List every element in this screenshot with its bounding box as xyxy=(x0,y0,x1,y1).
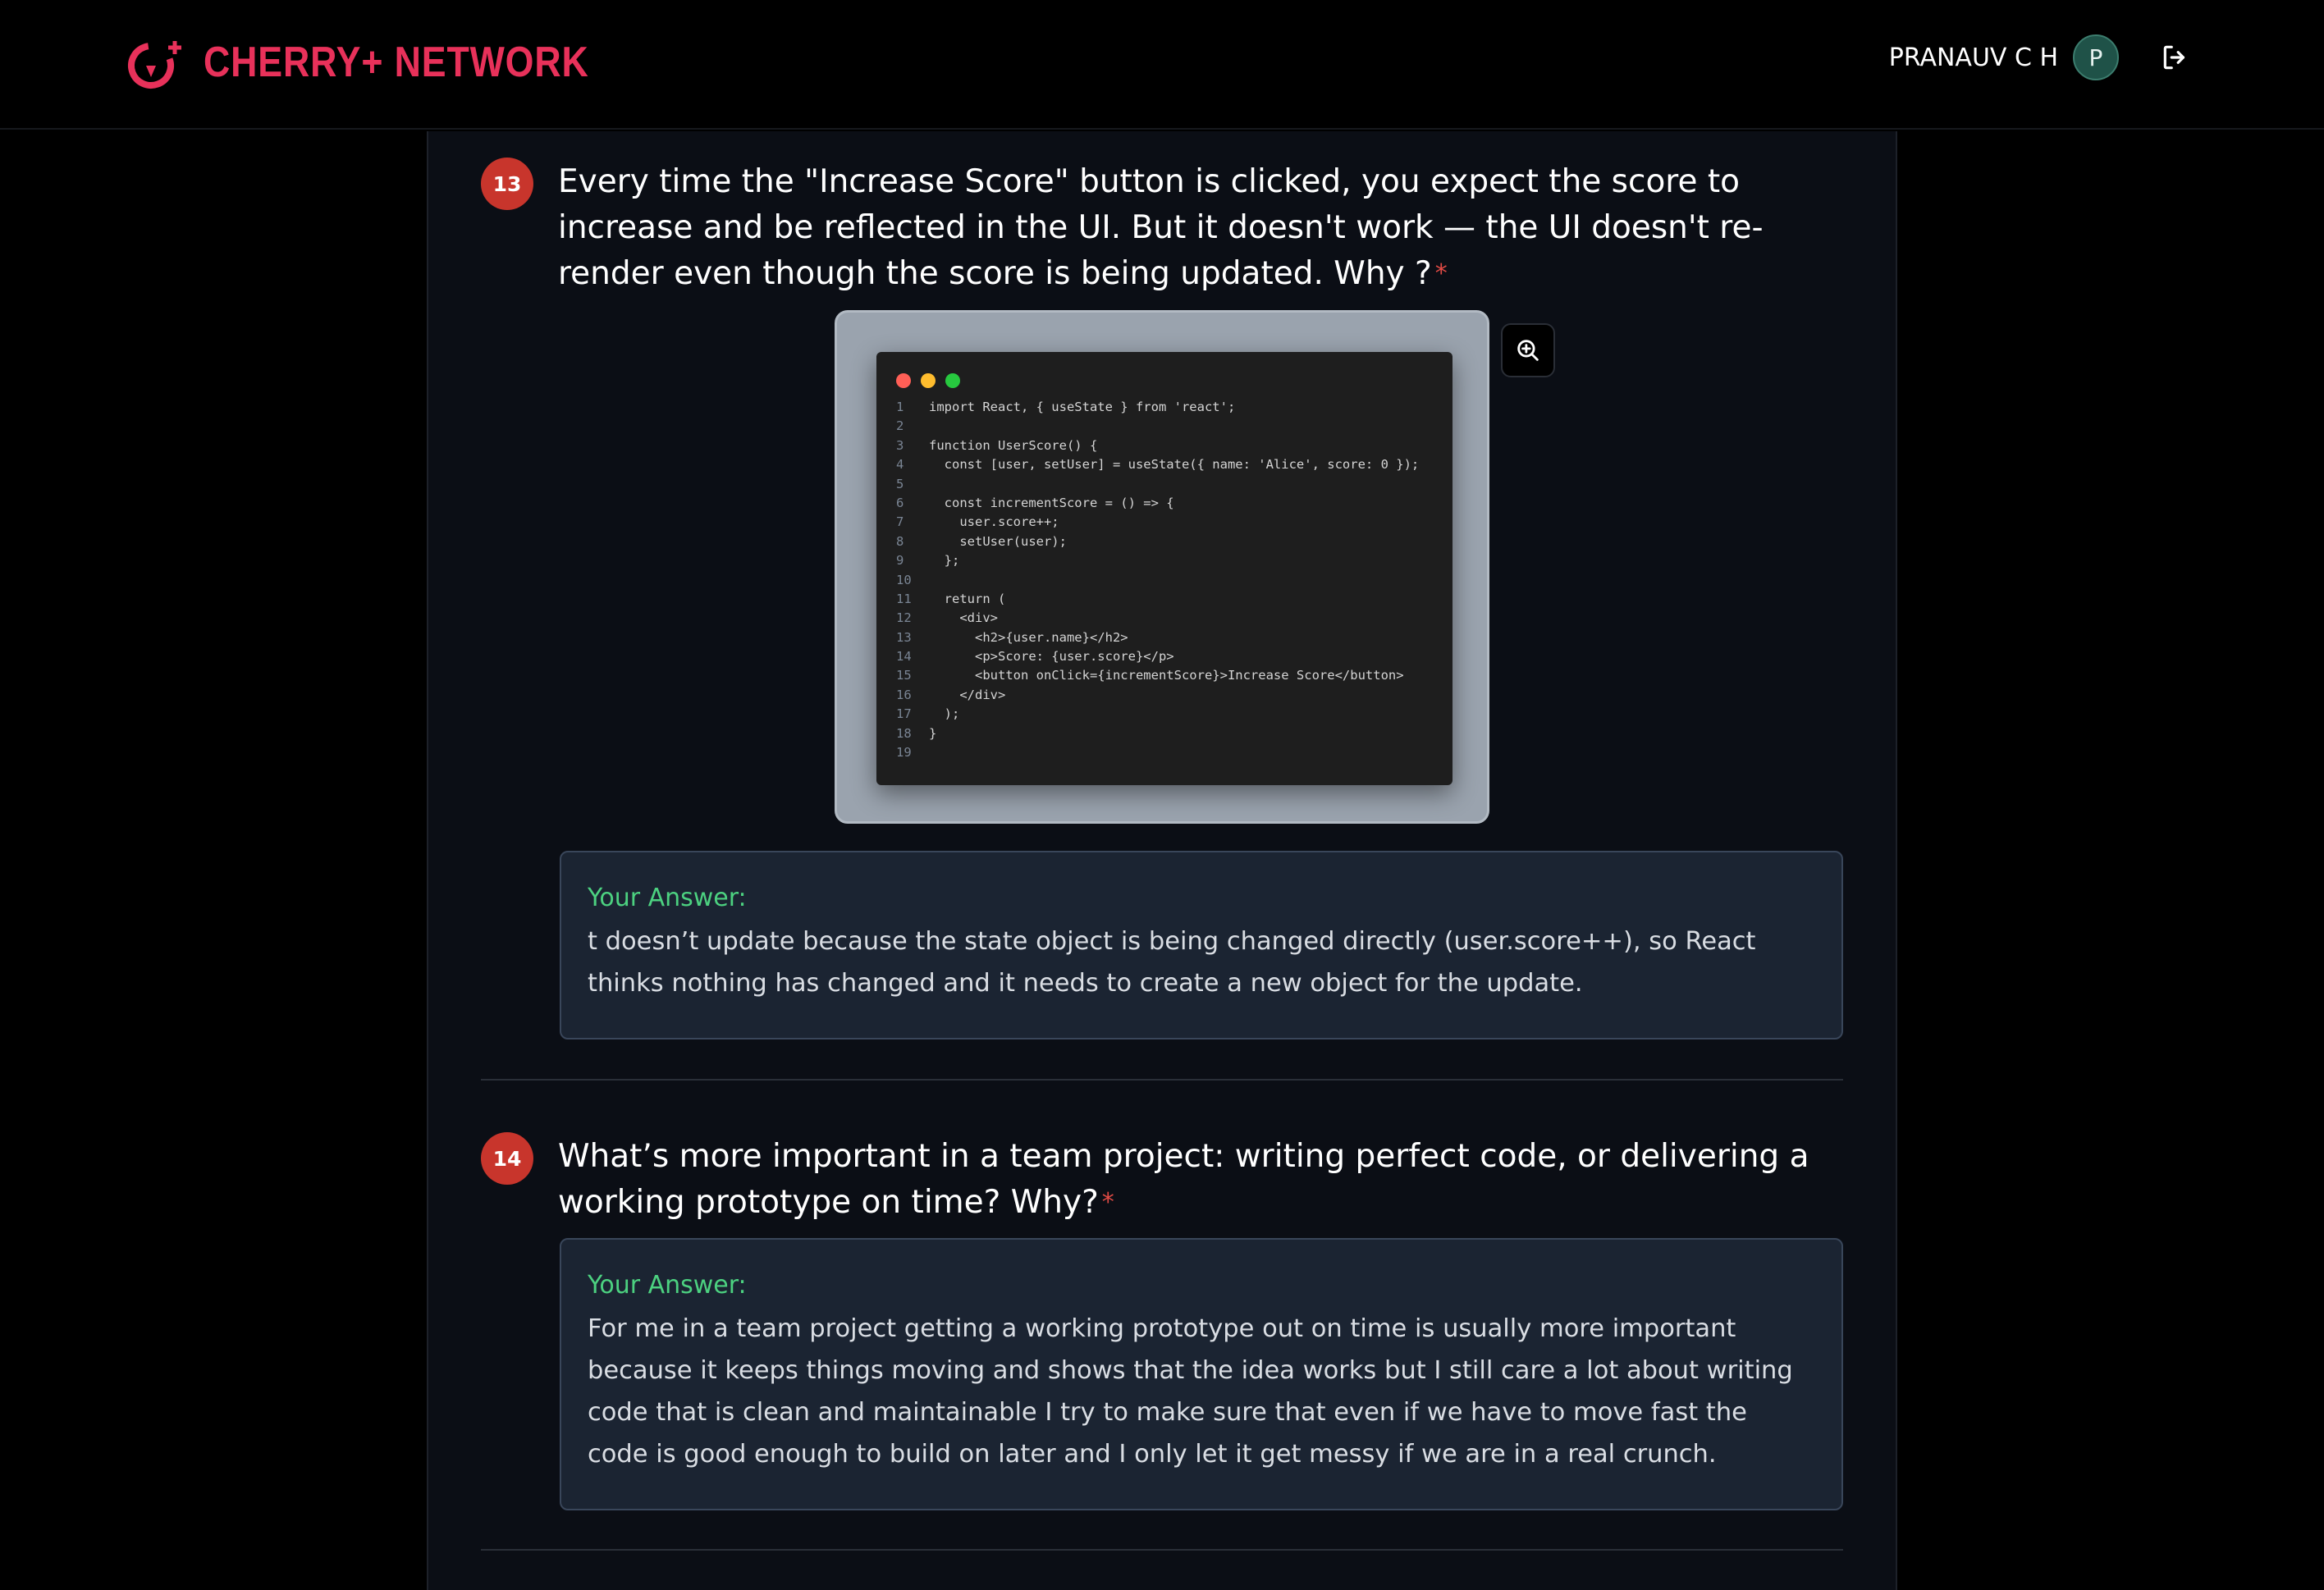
answer-text: t doesn’t update because the state objec… xyxy=(588,927,1756,998)
line-number: 12 xyxy=(896,610,912,626)
question-text-content: What’s more important in a team project:… xyxy=(558,1138,1809,1221)
code-text: } xyxy=(929,725,937,741)
user-menu: PRANAUV C H P xyxy=(1889,33,2191,82)
question-text: Every time the "Increase Score" button i… xyxy=(558,159,1855,297)
question-divider xyxy=(481,1549,1843,1551)
line-number: 5 xyxy=(896,476,904,491)
line-number: 19 xyxy=(896,745,912,761)
code-line: 5 xyxy=(896,475,1433,494)
brand-logo[interactable]: CHERRY+ NETWORK xyxy=(123,30,652,95)
answer-box: Your Answer: t doesn’t update because th… xyxy=(560,851,1843,1039)
line-number: 4 xyxy=(896,457,904,473)
question-divider xyxy=(481,1079,1843,1081)
logout-icon[interactable] xyxy=(2160,42,2191,73)
close-dot-icon xyxy=(896,373,911,388)
question-text: What’s more important in a team project:… xyxy=(558,1134,1855,1226)
code-text: ); xyxy=(929,706,960,722)
zoom-image-button[interactable] xyxy=(1501,323,1555,377)
code-text: <div> xyxy=(929,610,998,626)
code-line: 4 const [user, setUser] = useState({ nam… xyxy=(896,455,1433,474)
avatar[interactable]: P xyxy=(2073,34,2119,80)
code-line: 17 ); xyxy=(896,705,1433,724)
answer-box: Your Answer: For me in a team project ge… xyxy=(560,1238,1843,1510)
code-text: function UserScore() { xyxy=(929,437,1098,453)
code-text: const incrementScore = () => { xyxy=(929,495,1174,510)
code-line: 11 return ( xyxy=(896,590,1433,609)
line-number: 18 xyxy=(896,725,912,741)
code-text: setUser(user); xyxy=(929,533,1067,549)
code-line: 2 xyxy=(896,417,1433,436)
question-text-content: Every time the "Increase Score" button i… xyxy=(558,163,1764,292)
code-text: return ( xyxy=(929,591,1006,606)
brand-name: CHERRY+ NETWORK xyxy=(204,39,589,86)
line-number: 2 xyxy=(896,418,904,434)
line-number: 10 xyxy=(896,572,912,587)
required-marker: * xyxy=(1101,1188,1114,1217)
line-number: 7 xyxy=(896,514,904,530)
line-number: 15 xyxy=(896,668,912,683)
code-text: <h2>{user.name}</h2> xyxy=(929,629,1128,645)
user-name: PRANAUV C H xyxy=(1888,43,2058,72)
code-line: 15 <button onClick={incrementScore}>Incr… xyxy=(896,666,1433,685)
answer-text: For me in a team project getting a worki… xyxy=(588,1314,1793,1469)
required-marker: * xyxy=(1434,259,1448,288)
code-line: 7 user.score++; xyxy=(896,513,1433,532)
code-line: 13 <h2>{user.name}</h2> xyxy=(896,628,1433,647)
code-line: 8 setUser(user); xyxy=(896,532,1433,551)
line-number: 1 xyxy=(896,400,904,414)
code-window: 1 import React, { useState } from 'react'… xyxy=(876,352,1452,785)
code-text: <button onClick={incrementScore}>Increas… xyxy=(929,668,1404,683)
line-number: 17 xyxy=(896,706,912,722)
line-number: 9 xyxy=(896,553,904,569)
line-number: 16 xyxy=(896,687,912,702)
top-header: CHERRY+ NETWORK PRANAUV C H P xyxy=(0,0,2324,130)
code-line: 16 </div> xyxy=(896,686,1433,705)
code-line: 1 import React, { useState } from 'react'… xyxy=(896,398,1433,417)
minimize-dot-icon xyxy=(921,373,936,388)
code-line: 9 }; xyxy=(896,551,1433,570)
code-text: import React, { useState } from 'react'; xyxy=(929,400,1236,414)
code-line: 12 <div> xyxy=(896,609,1433,628)
code-lines: 1 import React, { useState } from 'react'… xyxy=(896,398,1433,762)
code-text: <p>Score: {user.score}</p> xyxy=(929,649,1174,665)
line-number: 8 xyxy=(896,533,904,549)
answer-label: Your Answer: xyxy=(588,1271,747,1300)
question-number-badge: 14 xyxy=(481,1132,533,1185)
answer-label: Your Answer: xyxy=(588,884,747,912)
line-number: 13 xyxy=(896,629,912,645)
code-line: 6 const incrementScore = () => { xyxy=(896,494,1433,513)
code-text: user.score++; xyxy=(929,514,1059,530)
line-number: 3 xyxy=(896,437,904,453)
line-number: 11 xyxy=(896,591,912,606)
code-line: 10 xyxy=(896,571,1433,590)
zoom-in-icon xyxy=(1517,340,1539,361)
question-code-image: 1 import React, { useState } from 'react'… xyxy=(835,310,1489,824)
code-text: }; xyxy=(929,553,960,569)
code-line: 14 <p>Score: {user.score}</p> xyxy=(896,647,1433,666)
code-line: 3 function UserScore() { xyxy=(896,436,1433,455)
code-line: 18} xyxy=(896,724,1433,743)
code-text: </div> xyxy=(929,687,1006,702)
line-number: 6 xyxy=(896,495,904,510)
code-line: 19 xyxy=(896,743,1433,762)
code-text: const [user, setUser] = useState({ name:… xyxy=(929,457,1420,473)
window-controls xyxy=(896,373,1433,388)
cherry-logo-icon xyxy=(128,41,181,89)
question-number-badge: 13 xyxy=(481,158,533,210)
maximize-dot-icon xyxy=(945,373,960,388)
line-number: 14 xyxy=(896,649,912,665)
